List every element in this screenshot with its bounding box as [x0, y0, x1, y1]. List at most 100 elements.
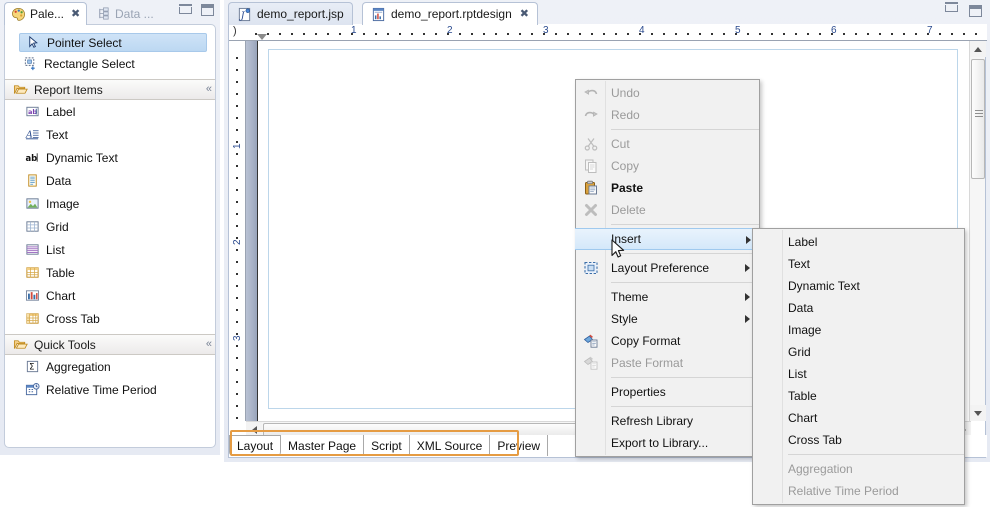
vertical-scrollbar-thumb[interactable] — [971, 59, 985, 179]
submenu-item-list[interactable]: List — [753, 363, 964, 385]
collapse-icon[interactable]: « — [206, 338, 212, 350]
menu-item-layout-preference[interactable]: Layout Preference — [576, 257, 759, 279]
palette-tool-rectangle-select[interactable]: Rectangle Select — [5, 52, 215, 75]
menu-item-label: Cut — [611, 137, 630, 151]
submenu-item-label[interactable]: Label — [753, 231, 964, 253]
submenu-item-relative-time-period[interactable]: Relative Time Period — [753, 480, 964, 502]
palette-tool-pointer-select[interactable]: Pointer Select — [19, 33, 207, 52]
palette-item-text[interactable]: A Text — [5, 123, 215, 146]
palette-item-relative-time-period[interactable]: Relative Time Period — [5, 378, 215, 401]
menu-item-paste[interactable]: Paste — [576, 177, 759, 199]
margin-marker-icon[interactable] — [257, 34, 267, 40]
submenu-item-table[interactable]: Table — [753, 385, 964, 407]
palette-item-dynamic-text[interactable]: ab Dynamic Text — [5, 146, 215, 169]
ruler-tick — [615, 33, 617, 35]
menu-item-theme[interactable]: Theme — [576, 286, 759, 308]
editor-tab-demo-report-rptdesign[interactable]: demo_report.rptdesign ✖ — [362, 2, 538, 25]
submenu-item-data[interactable]: Data — [753, 297, 964, 319]
ruler-tick — [236, 273, 238, 275]
vertical-ruler[interactable]: 1 2 3 — [229, 41, 246, 421]
menu-item-delete[interactable]: Delete — [576, 199, 759, 221]
palette-item-cross-tab[interactable]: Cross Tab — [5, 307, 215, 330]
palette-item-chart[interactable]: Chart — [5, 284, 215, 307]
palette-item-aggregation[interactable]: Σ Aggregation — [5, 355, 215, 378]
horizontal-ruler[interactable]: ) 1 2 3 4 5 6 7 — [229, 24, 987, 41]
ruler-tick-label: 2 — [232, 239, 243, 245]
submenu-item-text: Relative Time Period — [788, 484, 899, 498]
menu-item-undo[interactable]: Undo — [576, 82, 759, 104]
palette-drawer-quick-tools[interactable]: Quick Tools « — [5, 334, 215, 355]
ruler-tick — [423, 33, 425, 35]
ruler-tick — [411, 33, 413, 35]
chevron-left-icon — [251, 426, 257, 434]
menu-item-insert[interactable]: Insert — [575, 228, 760, 250]
menu-item-label: Layout Preference — [611, 261, 710, 275]
bottom-tab-script[interactable]: Script — [364, 435, 410, 456]
close-icon[interactable]: ✖ — [520, 8, 529, 20]
close-icon[interactable]: ✖ — [71, 8, 80, 20]
collapse-icon[interactable]: « — [206, 83, 212, 95]
minimize-icon[interactable] — [945, 2, 958, 12]
menu-item-label: Redo — [611, 108, 640, 122]
ruler-tick — [236, 189, 238, 191]
submenu-item-aggregation[interactable]: Aggregation — [753, 458, 964, 480]
svg-text:Σ: Σ — [29, 362, 34, 372]
ruler-tick — [267, 33, 269, 35]
menu-item-label: Refresh Library — [611, 414, 694, 428]
ruler-tick — [855, 33, 857, 35]
submenu-item-text: Image — [788, 323, 822, 337]
insert-submenu[interactable]: Label Text Dynamic Text Data Image Grid … — [752, 228, 965, 505]
bottom-tab-preview[interactable]: Preview — [490, 435, 549, 456]
palette-item-grid[interactable]: Grid — [5, 215, 215, 238]
tab-data-explorer[interactable]: Data ... — [90, 2, 160, 25]
menu-item-properties[interactable]: Properties — [576, 381, 759, 403]
bottom-tab-xml-source[interactable]: XML Source — [409, 435, 491, 456]
menu-item-label: Copy — [611, 159, 640, 173]
palette-item-image[interactable]: Image — [5, 192, 215, 215]
palette-item-list[interactable]: List — [5, 238, 215, 261]
bottom-tab-layout[interactable]: Layout — [229, 435, 282, 456]
palette-drawer-title: Quick Tools — [34, 337, 96, 352]
scroll-down-button[interactable] — [970, 405, 986, 421]
ruler-tick — [651, 33, 653, 35]
menu-item-copy-format[interactable]: Copy Format — [576, 330, 759, 352]
ruler-tick — [236, 81, 238, 83]
bottom-tab-master-page[interactable]: Master Page — [281, 435, 365, 456]
ruler-tick — [339, 33, 341, 35]
submenu-item-chart[interactable]: Chart — [753, 407, 964, 429]
menu-item-paste-format[interactable]: Paste Format — [576, 352, 759, 374]
submenu-item-text: Label — [788, 235, 818, 249]
tab-palette[interactable]: Pale... ✖ — [4, 2, 88, 25]
ruler-tick — [879, 33, 881, 35]
menu-item-copy[interactable]: Copy — [576, 155, 759, 177]
vertical-scrollbar[interactable] — [969, 41, 986, 421]
submenu-item-text-element[interactable]: Text — [753, 253, 964, 275]
application-window: Pale... ✖ Data ... Pointer Select Rectan… — [0, 0, 990, 507]
ruler-tick — [639, 33, 641, 35]
submenu-item-dynamic-text[interactable]: Dynamic Text — [753, 275, 964, 297]
palette-item-table[interactable]: Table — [5, 261, 215, 284]
maximize-icon[interactable] — [201, 4, 214, 16]
menu-item-export-to-library[interactable]: Export to Library... — [576, 432, 759, 454]
submenu-item-cross-tab[interactable]: Cross Tab — [753, 429, 964, 451]
menu-item-style[interactable]: Style — [576, 308, 759, 330]
palette-tabbar: Pale... ✖ Data ... — [0, 0, 220, 25]
ruler-tick — [236, 117, 238, 119]
menu-item-refresh-library[interactable]: Refresh Library — [576, 410, 759, 432]
minimize-icon[interactable] — [179, 3, 192, 14]
menu-item-cut[interactable]: Cut — [576, 133, 759, 155]
maximize-icon[interactable] — [969, 5, 982, 17]
submenu-item-grid[interactable]: Grid — [753, 341, 964, 363]
palette-item-data[interactable]: Data — [5, 169, 215, 192]
menu-item-redo[interactable]: Redo — [576, 104, 759, 126]
context-menu[interactable]: Undo Redo Cut Copy Paste Delete Insert L… — [575, 79, 760, 457]
submenu-item-image[interactable]: Image — [753, 319, 964, 341]
palette-drawer-report-items[interactable]: Report Items « — [5, 79, 215, 100]
relative-time-period-icon — [25, 383, 40, 396]
ruler-tick — [236, 69, 238, 71]
palette-item-label[interactable]: ab Label — [5, 100, 215, 123]
ruler-tick — [711, 33, 713, 35]
menu-separator — [611, 377, 759, 378]
editor-tab-demo-report-jsp[interactable]: J demo_report.jsp — [228, 2, 353, 25]
scroll-up-button[interactable] — [970, 41, 986, 57]
